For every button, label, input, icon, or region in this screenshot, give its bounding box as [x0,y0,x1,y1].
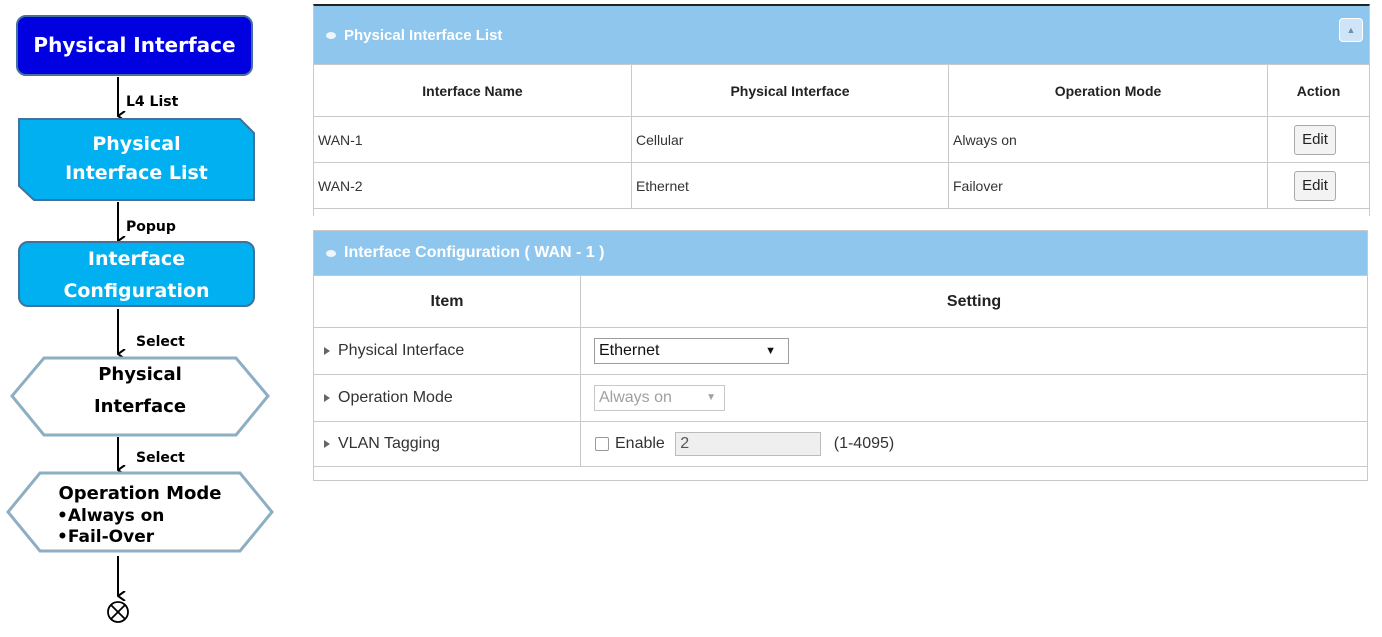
row-arrow-icon [324,346,330,355]
physical-interface-select[interactable]: Ethernet ▼ [594,338,789,364]
item-cell: Operation Mode [313,374,581,422]
cell-operation-mode: Failover [948,162,1268,209]
edit-button[interactable]: Edit [1294,124,1336,155]
header-bullet-icon [326,31,336,39]
row-arrow-icon [324,439,330,448]
config-panel-header: Interface Configuration ( WAN - 1 ) [314,231,1367,275]
cell-action: Edit [1267,116,1370,163]
vlan-range-hint: (1-4095) [833,435,895,453]
edit-button[interactable]: Edit [1294,170,1336,201]
step-4-line-1: Physical [98,364,182,385]
physical-interface-label: Physical Interface [338,342,465,359]
config-panel-title: Interface Configuration ( WAN - 1 ) [344,244,605,261]
dropdown-arrow-icon: ▼ [706,392,716,403]
cell-action: Edit [1267,162,1370,209]
step-5-title: Operation Mode [58,483,222,504]
operation-mode-select-value: Always on [599,389,672,406]
row-arrow-icon [324,393,330,402]
interface-list-table: Interface Name Physical Interface Operat… [313,64,1370,209]
vlan-id-input[interactable]: 2 [675,432,822,456]
config-table: Item Setting Physical Interface Ethernet… [313,275,1368,467]
step-5-list: •Always on •Fail-Over [57,506,164,548]
table-row: WAN-2 Ethernet Failover Edit [313,162,1370,209]
step-3-line-2: Configuration [63,280,210,302]
physical-interface-select-value: Ethernet [599,342,660,359]
col-physical-interface: Physical Interface [631,64,949,117]
step-3-line-1: Interface [87,248,186,270]
vlan-enable-label: Enable [615,435,665,453]
operation-mode-label: Operation Mode [338,389,453,406]
end-circle-x-icon [107,601,129,623]
arrow-3-label: Select [136,334,185,350]
col-setting: Setting [580,275,1368,328]
item-cell: Physical Interface [313,327,581,375]
setting-cell: Ethernet ▼ [580,327,1368,375]
step-5-item-always-on: •Always on [57,506,165,526]
header-bullet-icon [326,249,336,257]
col-item: Item [313,275,581,328]
dropdown-arrow-icon: ▼ [765,345,776,357]
panel-title: Physical Interface List [344,26,503,44]
config-row-operation-mode: Operation Mode Always on ▼ [313,374,1368,422]
physical-interface-list-panel: Physical Interface List ▲ Interface Name… [313,4,1370,216]
arrow-2-label: Popup [126,219,176,235]
vlan-tagging-label: VLAN Tagging [338,435,440,452]
step-2-line-1: Physical [92,133,181,155]
setting-cell: Always on ▼ [580,374,1368,422]
table-row: WAN-1 Cellular Always on Edit [313,116,1370,163]
setting-cell: Enable 2 (1-4095) [580,421,1368,467]
item-cell: VLAN Tagging [313,421,581,467]
config-row-vlan-tagging: VLAN Tagging Enable 2 (1-4095) [313,421,1368,467]
table-header-row: Interface Name Physical Interface Operat… [313,64,1370,117]
config-header-row: Item Setting [313,275,1368,328]
cell-interface-name: WAN-1 [313,116,632,163]
interface-configuration-panel: Interface Configuration ( WAN - 1 ) Item… [313,230,1368,481]
cell-interface-name: WAN-2 [313,162,632,209]
arrow-4-label: Select [136,450,185,466]
col-operation-mode: Operation Mode [948,64,1268,117]
step-5-item-fail-over: •Fail-Over [57,527,155,547]
cell-operation-mode: Always on [948,116,1268,163]
step-1-label: Physical Interface [33,33,236,57]
cell-physical-interface: Ethernet [631,162,949,209]
cell-physical-interface: Cellular [631,116,949,163]
panel-header: Physical Interface List ▲ [314,6,1369,64]
operation-mode-select[interactable]: Always on ▼ [594,385,725,411]
step-4-line-2: Interface [93,396,187,417]
step-2-line-2: Interface List [65,162,208,184]
config-row-physical-interface: Physical Interface Ethernet ▼ [313,327,1368,375]
collapse-button[interactable]: ▲ [1339,18,1363,42]
vlan-enable-checkbox[interactable] [595,437,609,451]
col-interface-name: Interface Name [313,64,632,117]
arrow-1-label: L4 List [126,94,179,110]
flowchart: Physical Interface L4 List Physical Inte… [0,0,290,637]
col-action: Action [1267,64,1370,117]
